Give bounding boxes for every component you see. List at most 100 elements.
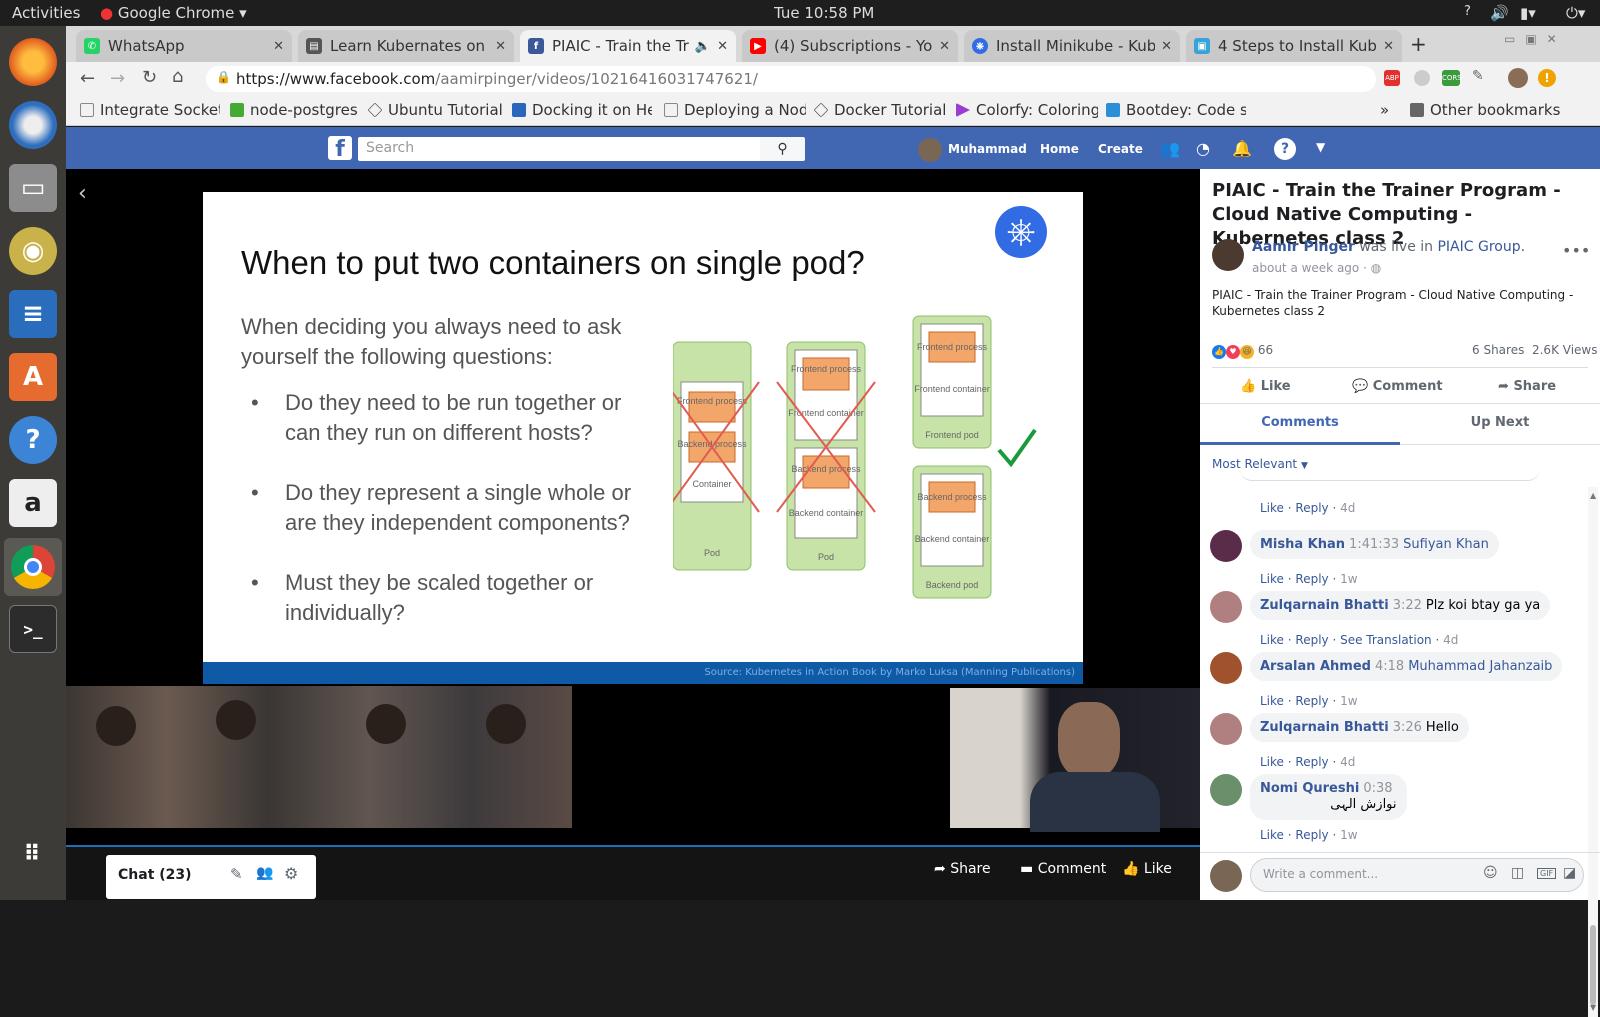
camera-icon[interactable]: ◫ (1511, 865, 1524, 881)
help-app-icon[interactable]: ? (9, 416, 57, 464)
rhythmbox-icon[interactable]: ◉ (9, 227, 57, 275)
volume-icon[interactable]: 🔊 (1490, 4, 1509, 22)
tab-up-next[interactable]: Up Next (1400, 405, 1600, 445)
profile-link[interactable]: Muhammad (948, 142, 1027, 156)
scrollbar-thumb[interactable] (1590, 925, 1596, 1005)
bookmark-item[interactable]: Bootdey: Code s (1106, 101, 1246, 119)
gear-icon[interactable]: ⚙ (284, 864, 298, 883)
like-button[interactable]: 👍 Like (1240, 379, 1291, 394)
comment-timestamp[interactable]: 3:26 (1393, 720, 1422, 735)
shares-count[interactable]: 6 Shares (1472, 343, 1524, 357)
cors-extension-icon[interactable]: CORS (1442, 70, 1462, 86)
audio-icon[interactable]: 🔈 (695, 39, 711, 54)
commenter-avatar[interactable] (1210, 652, 1242, 684)
user-avatar[interactable] (918, 138, 942, 162)
bookmark-item[interactable]: Docking it on He (512, 101, 652, 119)
comment-like-link[interactable]: Like (1260, 572, 1284, 586)
close-video-icon[interactable]: ‹ (78, 181, 87, 206)
notifications-icon[interactable]: 🔔 (1232, 139, 1252, 158)
comment-timestamp[interactable]: 1:41:33 (1349, 537, 1399, 552)
scroll-down-icon[interactable]: ▼ (1590, 1003, 1596, 1012)
gif-icon[interactable]: GIF (1537, 868, 1557, 879)
post-time[interactable]: about a week ago · ◍ (1252, 261, 1381, 275)
comment-like-link[interactable]: Like (1260, 694, 1284, 708)
video-share-button[interactable]: ➦ Share (934, 861, 991, 877)
group-icon[interactable]: 👥 (256, 865, 273, 881)
app-menu[interactable]: ● Google Chrome ▾ (100, 4, 247, 22)
friend-requests-icon[interactable]: 👥 (1160, 139, 1180, 158)
profile-avatar[interactable] (1508, 68, 1528, 88)
video-like-button[interactable]: 👍 Like (1122, 861, 1172, 877)
eyedropper-icon[interactable]: ✎ (1472, 68, 1484, 84)
scroll-up-icon[interactable]: ▲ (1590, 491, 1596, 500)
tab-learn-kubernetes[interactable]: ▤Learn Kubernates on Mi✕ (298, 30, 514, 62)
compose-icon[interactable]: ✎ (230, 865, 243, 883)
reactions-summary[interactable]: 👍 ♥ 😆 66 (1212, 343, 1273, 359)
commenter-name[interactable]: Zulqarnain Bhatti (1260, 598, 1389, 613)
comment-reply-link[interactable]: Reply (1295, 694, 1328, 708)
home-link[interactable]: Home (1040, 142, 1079, 156)
bookmark-item[interactable]: Colorfy: Coloring (956, 101, 1098, 119)
amazon-icon[interactable]: a (9, 479, 57, 527)
mention-link[interactable]: Muhammad Jahanzaib (1408, 659, 1552, 674)
comment-reply-link[interactable]: Reply (1295, 572, 1328, 586)
tab-comments[interactable]: Comments (1200, 405, 1400, 445)
tab-whatsapp[interactable]: ✆ WhatsApp ✕ (76, 30, 292, 62)
bookmark-item[interactable]: node-postgres (230, 101, 366, 119)
extension-icon[interactable] (1414, 70, 1430, 86)
comment-reply-link[interactable]: Reply (1295, 633, 1328, 647)
commenter-name[interactable]: Arsalan Ahmed (1260, 659, 1371, 674)
close-tab-icon[interactable]: ✕ (717, 39, 728, 54)
commenter-avatar[interactable] (1210, 713, 1242, 745)
author-avatar[interactable] (1212, 239, 1244, 271)
close-tab-icon[interactable]: ✕ (273, 39, 284, 54)
comments-scrollbar[interactable]: ▲ ▼ (1588, 487, 1598, 1017)
group-link[interactable]: PIAIC Group (1437, 239, 1520, 255)
back-icon[interactable]: ← (80, 68, 95, 89)
emoji-icon[interactable]: ☺ (1483, 865, 1498, 881)
comment-like-link[interactable]: Like (1260, 633, 1284, 647)
account-menu-icon[interactable]: ▼ (1316, 140, 1325, 154)
tab-youtube[interactable]: ▶(4) Subscriptions - YouTu✕ (742, 30, 958, 62)
comment-timestamp[interactable]: 0:38 (1363, 781, 1392, 796)
facebook-logo[interactable]: f (328, 136, 352, 160)
new-tab-button[interactable]: + (1410, 32, 1427, 56)
comment-reply-link[interactable]: Reply (1295, 755, 1328, 769)
other-bookmarks[interactable]: Other bookmarks (1410, 101, 1600, 119)
firefox-icon[interactable] (9, 38, 57, 86)
comment-reply-link[interactable]: Reply (1295, 501, 1328, 515)
bookmark-item[interactable]: Docker Tutorial (814, 101, 952, 119)
files-icon[interactable]: ▭ (9, 164, 57, 212)
comment-timestamp[interactable]: 3:22 (1393, 598, 1422, 613)
messenger-icon[interactable]: ◔ (1196, 139, 1210, 158)
video-comment-button[interactable]: ▬ Comment (1020, 861, 1106, 877)
see-translation-link[interactable]: See Translation (1340, 633, 1432, 647)
comment-reply-link[interactable]: Reply (1295, 828, 1328, 842)
mention-link[interactable]: Sufiyan Khan (1403, 537, 1489, 552)
adblock-icon[interactable]: ABP (1384, 70, 1400, 86)
comment-like-link[interactable]: Like (1260, 755, 1284, 769)
update-icon[interactable]: ! (1538, 69, 1556, 87)
close-tab-icon[interactable]: ✕ (1161, 39, 1172, 54)
create-link[interactable]: Create (1098, 142, 1143, 156)
post-options-icon[interactable]: ••• (1562, 241, 1590, 260)
power-icon[interactable]: ⏻▾ (1566, 4, 1585, 22)
battery-icon[interactable]: ▮▾ (1520, 4, 1536, 22)
comment-timestamp[interactable]: 4:18 (1375, 659, 1404, 674)
tab-piaic-facebook[interactable]: fPIAIC - Train the Train🔈✕ (520, 30, 736, 62)
write-comment-input[interactable]: Write a comment... ☺ ◫ GIF ◪ (1250, 858, 1584, 892)
author-link[interactable]: Aamir Pinger (1252, 239, 1355, 255)
search-button[interactable]: ⚲ (760, 137, 805, 161)
terminal-icon[interactable]: >_ (9, 605, 57, 653)
app-grid-icon[interactable]: ⠿ (9, 831, 57, 879)
commenter-avatar[interactable] (1210, 774, 1242, 806)
bookmark-item[interactable]: Integrate Socket (80, 101, 220, 119)
commenter-avatar[interactable] (1210, 591, 1242, 623)
forward-icon[interactable]: → (110, 68, 125, 89)
commenter-name[interactable]: Nomi Qureshi (1260, 781, 1359, 796)
activities-button[interactable]: Activities (12, 4, 80, 22)
sticker-icon[interactable]: ◪ (1563, 865, 1576, 881)
tab-minikube[interactable]: ⎈ Install Minikube - Kuber ✕ (964, 30, 1180, 62)
window-controls[interactable]: ▭▣✕ (1504, 32, 1567, 46)
reload-icon[interactable]: ↻ (142, 67, 157, 88)
